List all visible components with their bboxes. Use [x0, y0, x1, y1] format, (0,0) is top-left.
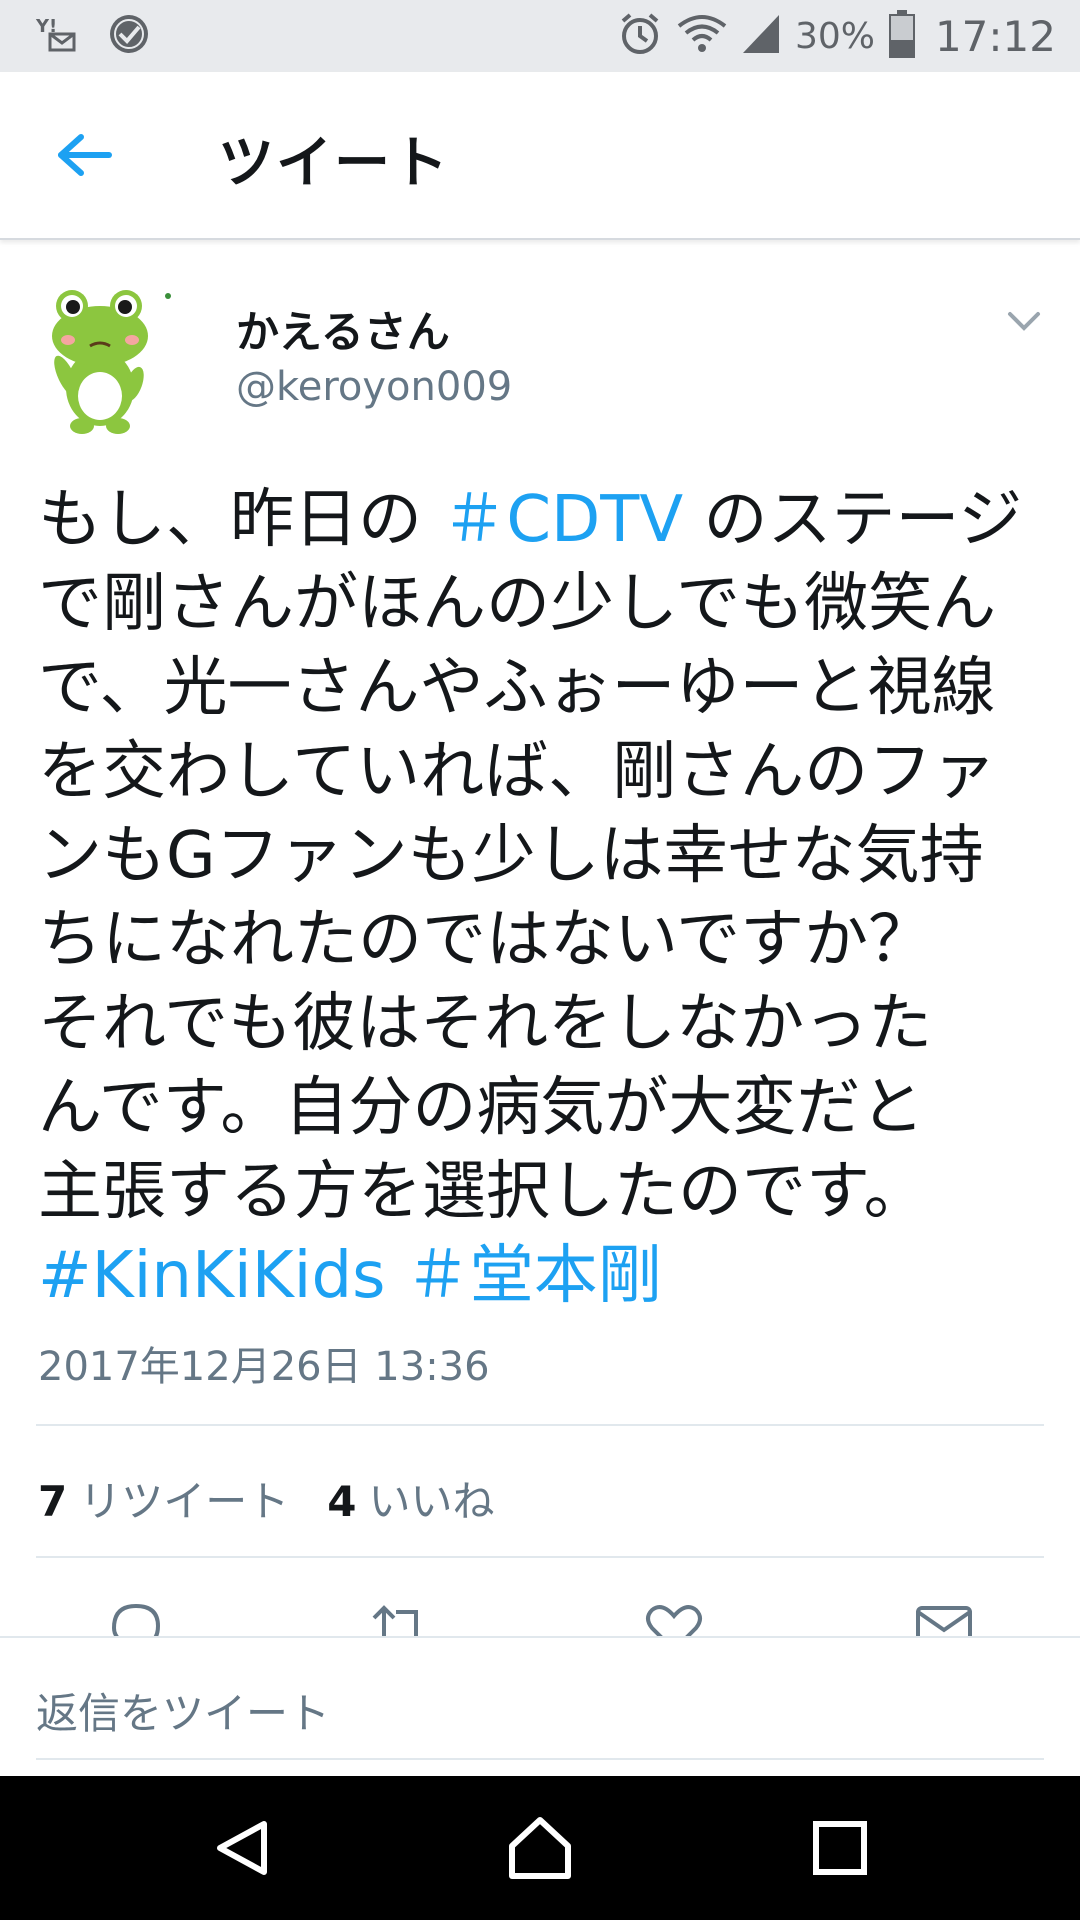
- author-handle[interactable]: @keroyon009: [236, 364, 512, 410]
- nav-recents-button[interactable]: [800, 1808, 880, 1888]
- tweet-line: で、光一さんやふぉーゆーと視線: [38, 651, 996, 725]
- clock: 17:12: [934, 11, 1056, 61]
- chevron-down-icon: [1008, 312, 1040, 331]
- tweet-line: 主張する方を選択したのです。: [38, 1155, 928, 1229]
- tweet-stats: 7 リツイート 4 いいね: [38, 1468, 495, 1529]
- nav-back-icon: [217, 1821, 267, 1875]
- tweet-line: んです。自分の病気が大変だと: [38, 1071, 925, 1145]
- signal-icon: [741, 13, 781, 59]
- tweet-line: もし、昨日の ＃CDTV のステージ: [38, 483, 1023, 557]
- wifi-icon: [677, 14, 727, 58]
- tweet-line: ンもGファンも少しは幸せな気持: [38, 819, 984, 893]
- tweet-line: を交わしていれば、剛さんのファ: [38, 735, 997, 809]
- reply-bar: [0, 1636, 1080, 1778]
- check-circle-icon: [108, 13, 150, 59]
- tweet-hashtags: #KinKiKids ＃堂本剛: [38, 1234, 1048, 1318]
- frog-avatar-icon: [38, 276, 188, 442]
- share-icon: [916, 1606, 972, 1638]
- divider: [36, 1556, 1044, 1558]
- hashtag-link[interactable]: #KinKiKids: [38, 1239, 385, 1313]
- like-button[interactable]: [644, 1598, 704, 1638]
- like-icon: [646, 1605, 702, 1638]
- yahoo-mail-icon: Y!: [34, 12, 78, 60]
- nav-back-button[interactable]: [202, 1808, 282, 1888]
- system-nav-bar: [0, 1776, 1080, 1920]
- retweet-icon: [372, 1605, 418, 1638]
- nav-home-icon: [509, 1817, 571, 1879]
- hashtag-link[interactable]: ＃CDTV: [442, 483, 683, 557]
- retweets-stat[interactable]: 7 リツイート: [38, 1468, 289, 1529]
- back-arrow-icon: [58, 134, 112, 176]
- tweet-line: ちになれたのではないですか？: [38, 903, 933, 977]
- avatar[interactable]: [38, 276, 188, 442]
- reply-icon: [111, 1603, 161, 1638]
- status-bar: Y! 30% 17:12: [0, 0, 1080, 72]
- reply-button[interactable]: [106, 1598, 166, 1638]
- tweet-menu-button[interactable]: [1002, 300, 1046, 344]
- tweet-timestamp: 2017年12月26日 13:36: [38, 1344, 490, 1390]
- tweet-text: もし、昨日の ＃CDTV のステージ で剛さんがほんの少しでも微笑ん で、光一さ…: [38, 478, 1048, 1318]
- tweet-actions: [0, 1598, 1080, 1638]
- top-app-bar: ツイート: [0, 72, 1080, 240]
- reply-input[interactable]: [36, 1668, 1044, 1760]
- battery-percent: 30%: [794, 15, 875, 57]
- divider: [36, 1424, 1044, 1426]
- likes-stat[interactable]: 4 いいね: [327, 1468, 494, 1529]
- page-title: ツイート: [218, 131, 450, 196]
- retweet-button[interactable]: [370, 1598, 430, 1638]
- author-name[interactable]: かえるさん: [236, 298, 450, 360]
- battery-icon: [888, 10, 915, 62]
- tweet-line: それでも彼はそれをしなかった: [38, 987, 933, 1061]
- back-button[interactable]: [52, 122, 118, 188]
- alarm-icon: [617, 11, 663, 61]
- hashtag-link[interactable]: ＃堂本剛: [406, 1239, 662, 1313]
- share-button[interactable]: [914, 1598, 974, 1638]
- tweet-line: で剛さんがほんの少しでも微笑ん: [38, 567, 997, 641]
- nav-recents-icon: [813, 1821, 867, 1875]
- nav-home-button[interactable]: [500, 1808, 580, 1888]
